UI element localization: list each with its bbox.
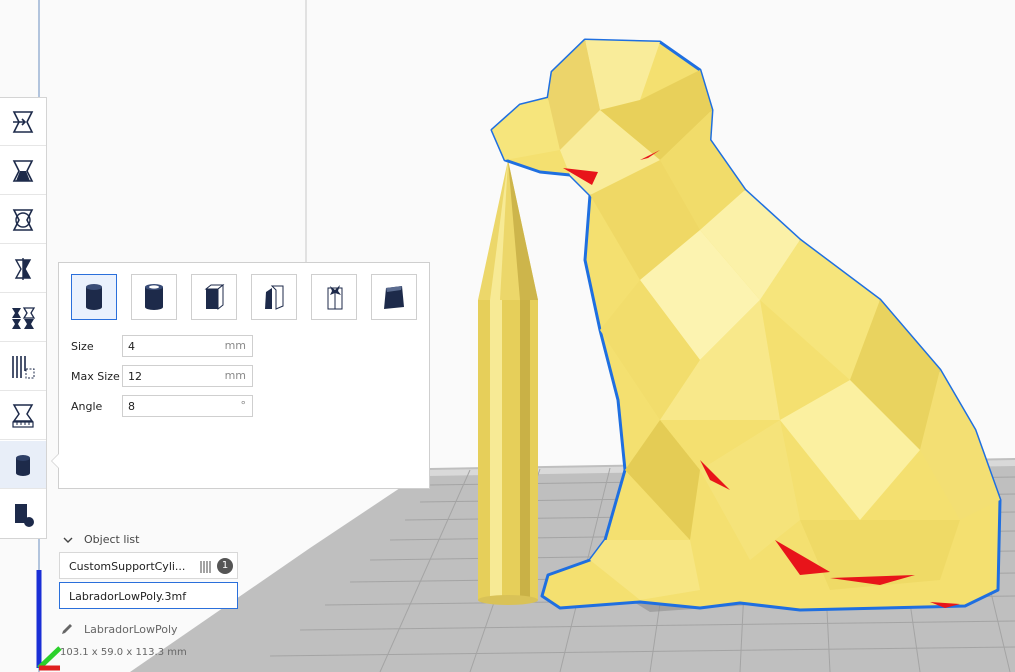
eraser-icon xyxy=(15,504,34,527)
scale-icon xyxy=(12,159,34,182)
cylinder-icon xyxy=(16,454,30,476)
object-list-toggle[interactable]: Object list xyxy=(62,533,182,549)
custom-shape-icon xyxy=(384,286,404,309)
custom-supports-panel: Size 4 mm Max Size 12 mm Angle 8 ° xyxy=(51,262,430,489)
current-object-name: LabradorLowPoly xyxy=(84,623,178,636)
cylinder-icon xyxy=(86,284,102,310)
object-dimensions: 103.1 x 59.0 x 113.3 mm xyxy=(60,647,187,658)
extruder-badge: 1 xyxy=(217,558,233,574)
per-model-settings-icon xyxy=(12,306,36,329)
object-name: LabradorLowPoly.3mf xyxy=(69,590,187,603)
support-blocker-icon xyxy=(12,355,35,378)
angle-value: 8 xyxy=(128,400,135,413)
support-blocker-tool-button[interactable] xyxy=(0,343,46,391)
scale-tool-button[interactable] xyxy=(0,147,46,195)
size-label: Size xyxy=(71,340,94,353)
abutment-icon xyxy=(265,285,284,310)
object-list-item-selected[interactable]: LabradorLowPoly.3mf xyxy=(59,582,238,609)
custom-supports-tool-button[interactable] xyxy=(0,441,46,489)
size-unit: mm xyxy=(224,339,246,352)
angle-label: Angle xyxy=(71,400,103,413)
pencil-icon xyxy=(62,624,72,634)
max-size-value: 12 xyxy=(128,370,142,383)
shape-tube-button[interactable] xyxy=(131,274,177,320)
shape-abutment-button[interactable] xyxy=(251,274,297,320)
support-eraser-tool-button[interactable] xyxy=(0,490,46,538)
max-size-input[interactable]: 12 mm xyxy=(122,365,253,387)
rotate-tool-button[interactable] xyxy=(0,196,46,244)
max-size-label: Max Size xyxy=(71,370,120,383)
rotate-icon xyxy=(12,208,34,231)
angle-input[interactable]: 8 ° xyxy=(122,395,253,417)
move-icon xyxy=(12,110,34,133)
move-tool-button[interactable] xyxy=(0,98,46,146)
size-input[interactable]: 4 mm xyxy=(122,335,253,357)
tool-sidebar xyxy=(0,97,47,539)
size-value: 4 xyxy=(128,340,135,353)
tube-icon xyxy=(145,284,163,310)
measure-icon xyxy=(12,403,34,428)
measure-tool-button[interactable] xyxy=(0,392,46,440)
chevron-down-icon xyxy=(63,537,73,543)
freeform-icon xyxy=(327,285,343,310)
shape-freeform-button[interactable] xyxy=(311,274,357,320)
shape-cube-button[interactable] xyxy=(191,274,237,320)
object-list-item[interactable]: CustomSupportCyli... 1 xyxy=(59,552,238,579)
mirror-tool-button[interactable] xyxy=(0,245,46,293)
object-name: CustomSupportCyli... xyxy=(69,560,186,573)
mirror-icon xyxy=(14,257,32,280)
max-size-unit: mm xyxy=(224,369,246,382)
angle-unit: ° xyxy=(240,399,247,412)
object-list-header: Object list xyxy=(84,533,140,546)
cube-icon xyxy=(204,283,225,311)
shape-custom-button[interactable] xyxy=(371,274,417,320)
per-model-settings-tool-button[interactable] xyxy=(0,294,46,342)
shape-cylinder-button[interactable] xyxy=(71,274,117,320)
support-blocker-icon xyxy=(200,561,211,573)
